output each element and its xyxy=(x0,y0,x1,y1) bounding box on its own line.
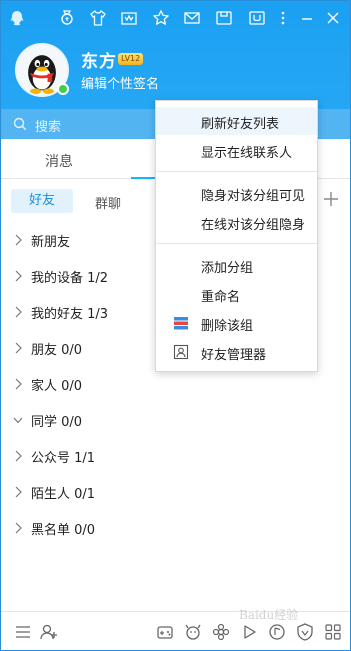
menu-item-label: 刷新好友列表 xyxy=(201,117,280,132)
friend-group-row[interactable]: 黑名单 0/0 xyxy=(1,511,350,547)
level-badge[interactable]: LV12 xyxy=(118,53,144,65)
menu-add-group[interactable]: 添加分组 xyxy=(156,251,317,279)
friend-group-row[interactable]: 公众号 1/1 xyxy=(1,439,350,475)
search-input[interactable]: 搜索 xyxy=(35,116,61,135)
menu-item-label: 重命名 xyxy=(201,290,241,305)
wallet-icon[interactable] xyxy=(214,8,234,28)
menu-online-hidden-from-group[interactable]: 在线对该分组隐身 xyxy=(156,208,317,236)
chevron-right-icon xyxy=(15,234,22,246)
friend-group-label: 黑名单 0/0 xyxy=(31,523,96,538)
add-friend-icon[interactable] xyxy=(39,622,59,642)
signature-edit[interactable]: 编辑个性签名 xyxy=(81,73,159,92)
music-icon[interactable] xyxy=(267,622,287,642)
friend-group-label: 陌生人 0/1 xyxy=(31,487,96,502)
menu-rename[interactable]: 重命名 xyxy=(156,280,317,308)
friend-group-label: 我的好友 1/3 xyxy=(31,307,109,322)
flower-icon[interactable] xyxy=(211,622,231,642)
menu-invisible-visible-to-group[interactable]: 隐身对该分组可见 xyxy=(156,179,317,207)
menu-separator xyxy=(156,171,317,172)
chevron-right-icon xyxy=(15,342,22,354)
friend-group-label: 新朋友 xyxy=(31,235,71,250)
friend-group-row[interactable]: 同学 0/0 xyxy=(1,403,350,439)
friend-group-label: 公众号 1/1 xyxy=(31,451,96,466)
chevron-right-icon xyxy=(15,450,22,462)
chevron-right-icon xyxy=(15,486,22,498)
nickname[interactable]: 东方 xyxy=(81,47,117,72)
tab-messages[interactable]: 消息 xyxy=(45,151,73,171)
menu-show-online-contacts[interactable]: 显示在线联系人 xyxy=(156,136,317,164)
delete-group-icon xyxy=(174,317,188,330)
menu-refresh-friend-list[interactable]: 刷新好友列表 xyxy=(156,107,317,135)
dressup-shirt-icon[interactable] xyxy=(88,8,108,28)
pet-icon[interactable] xyxy=(183,622,203,642)
menu-delete-group[interactable]: 删除该组 xyxy=(156,309,317,337)
app-manager-grid-icon[interactable] xyxy=(323,622,343,642)
vip-crown-icon[interactable] xyxy=(119,8,139,28)
menu-item-label: 添加分组 xyxy=(201,261,254,276)
add-contact-plus-icon[interactable] xyxy=(321,189,341,209)
qq-main-window: 东方 LV12 编辑个性签名 搜索 消息 好友 群聊 新朋友 我的设备 1/2 xyxy=(0,0,351,651)
friend-group-label: 我的设备 1/2 xyxy=(31,271,109,286)
mail-icon[interactable] xyxy=(182,8,202,28)
friend-group-label: 家人 0/0 xyxy=(31,379,83,394)
top-toolbar xyxy=(1,1,350,35)
menu-item-label: 在线对该分组隐身 xyxy=(201,218,306,233)
friend-group-row[interactable]: 家人 0/0 xyxy=(1,367,350,403)
favorites-star-icon[interactable] xyxy=(151,8,171,28)
menu-item-label: 隐身对该分组可见 xyxy=(201,189,306,204)
profile-header: 东方 LV12 编辑个性签名 xyxy=(1,1,350,109)
close-icon[interactable] xyxy=(323,8,343,28)
security-shield-icon[interactable] xyxy=(295,622,315,642)
chevron-down-icon xyxy=(13,417,23,424)
menu-item-label: 好友管理器 xyxy=(201,348,267,363)
friend-group-label: 同学 0/0 xyxy=(31,415,83,430)
more-vertical-icon[interactable] xyxy=(273,8,293,28)
qq-logo-icon[interactable] xyxy=(7,8,27,28)
games-icon[interactable] xyxy=(155,622,175,642)
chevron-right-icon xyxy=(15,270,22,282)
menu-friend-manager[interactable]: 好友管理器 xyxy=(156,338,317,366)
group-context-menu: 刷新好友列表 显示在线联系人 隐身对该分组可见 在线对该分组隐身 添加分组 重命… xyxy=(155,100,318,372)
weiyun-icon[interactable] xyxy=(247,8,267,28)
friend-group-row[interactable]: 陌生人 0/1 xyxy=(1,475,350,511)
menu-item-label: 删除该组 xyxy=(201,319,254,334)
minimize-icon[interactable] xyxy=(297,8,317,28)
chevron-right-icon xyxy=(15,306,22,318)
menu-separator xyxy=(156,243,317,244)
menu-item-label: 显示在线联系人 xyxy=(201,146,293,161)
subtab-groups[interactable]: 群聊 xyxy=(95,193,121,212)
search-icon xyxy=(13,117,27,131)
chevron-right-icon xyxy=(15,378,22,390)
main-menu-icon[interactable] xyxy=(13,622,33,642)
watermark: Baidu经验 xyxy=(239,608,299,622)
subtab-friends[interactable]: 好友 xyxy=(11,189,73,213)
video-play-icon[interactable] xyxy=(239,622,259,642)
online-status-dot[interactable] xyxy=(57,83,69,95)
friend-manager-icon xyxy=(173,344,189,360)
medal-icon[interactable] xyxy=(57,8,77,28)
friend-group-label: 朋友 0/0 xyxy=(31,343,83,358)
chevron-right-icon xyxy=(15,522,22,534)
